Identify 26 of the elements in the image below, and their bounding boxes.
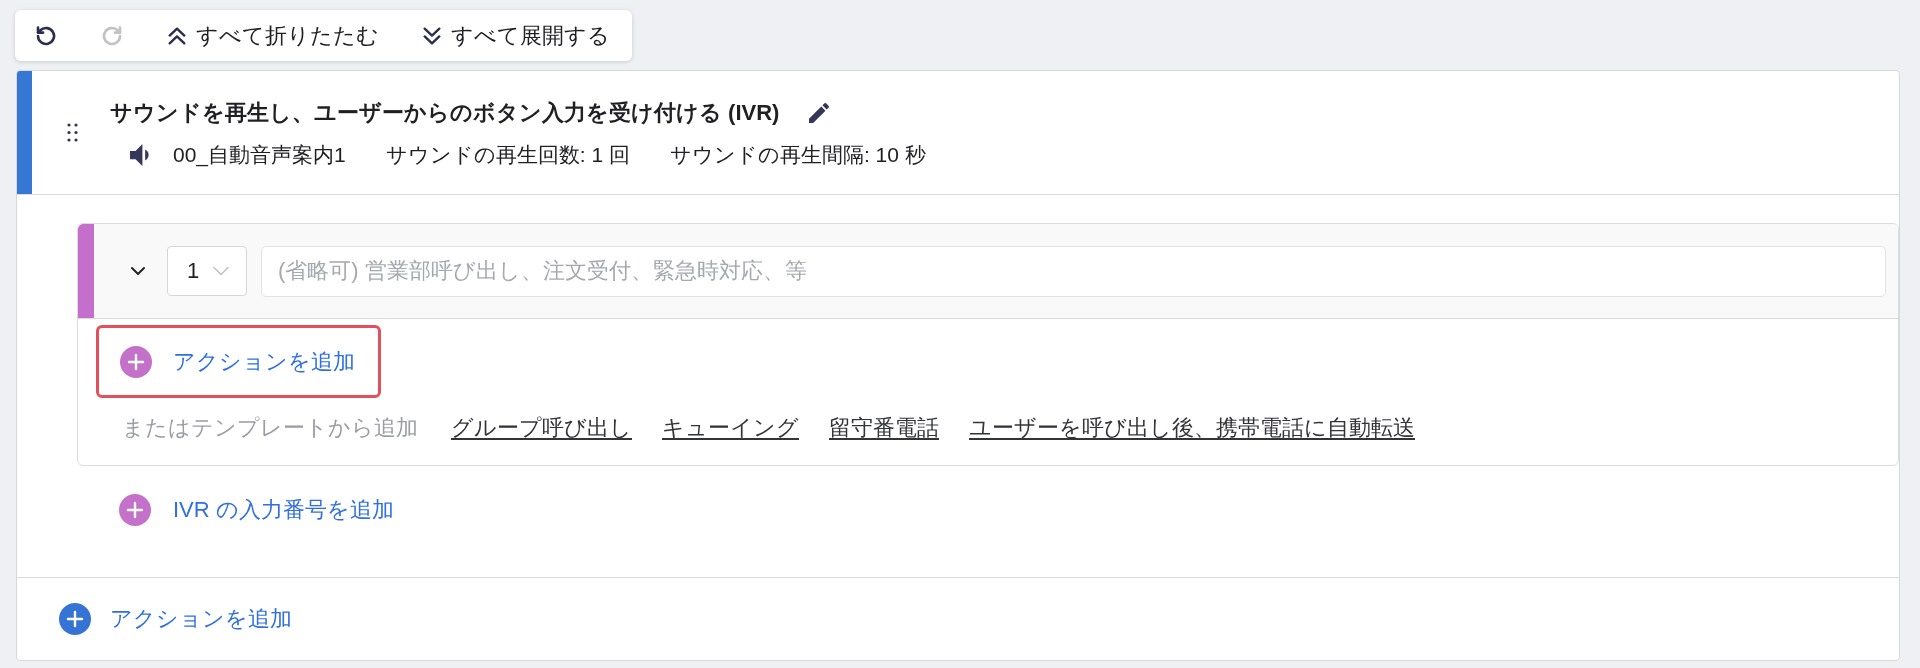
template-prompt: またはテンプレートから追加 bbox=[122, 414, 418, 442]
add-option-button[interactable]: IVR の入力番号を追加 bbox=[119, 494, 394, 526]
template-link[interactable]: ユーザーを呼び出し後、携帯電話に自動転送 bbox=[969, 412, 1415, 444]
plus-circle-icon bbox=[119, 494, 151, 526]
pencil-icon[interactable] bbox=[809, 103, 830, 123]
template-link[interactable]: 留守番電話 bbox=[829, 412, 939, 444]
plus-circle-icon bbox=[59, 603, 91, 635]
drag-handle-icon[interactable] bbox=[67, 123, 78, 142]
collapse-all-button[interactable]: すべて折りたたむ bbox=[152, 15, 393, 56]
chevron-down-icon bbox=[213, 266, 230, 276]
redo-icon bbox=[100, 23, 124, 48]
add-action-button[interactable]: アクションを追加 bbox=[59, 603, 292, 635]
double-chevron-down-icon bbox=[421, 24, 443, 47]
step-title: サウンドを再生し、ユーザーからのボタン入力を受け付ける (IVR) bbox=[110, 99, 780, 127]
play-interval-text: サウンドの再生間隔: 10 秒 bbox=[669, 142, 926, 168]
expand-all-button[interactable]: すべて展開する bbox=[407, 15, 624, 56]
undo-icon bbox=[34, 23, 58, 48]
template-link[interactable]: グループ呼び出し bbox=[451, 412, 632, 444]
speaker-icon bbox=[130, 144, 150, 166]
number-select[interactable]: 1 bbox=[167, 246, 247, 296]
add-action-button[interactable]: アクションを追加 bbox=[96, 325, 381, 398]
template-link[interactable]: キューイング bbox=[662, 412, 799, 444]
sound-file-name: 00_自動音声案内1 bbox=[173, 142, 346, 169]
plus-circle-icon bbox=[120, 345, 152, 378]
option-label-field[interactable]: (省略可) 営業部呼び出し、注文受付、緊急時対応、等 bbox=[261, 245, 1886, 297]
play-count-text: サウンドの再生回数: 1 回 bbox=[385, 142, 630, 168]
